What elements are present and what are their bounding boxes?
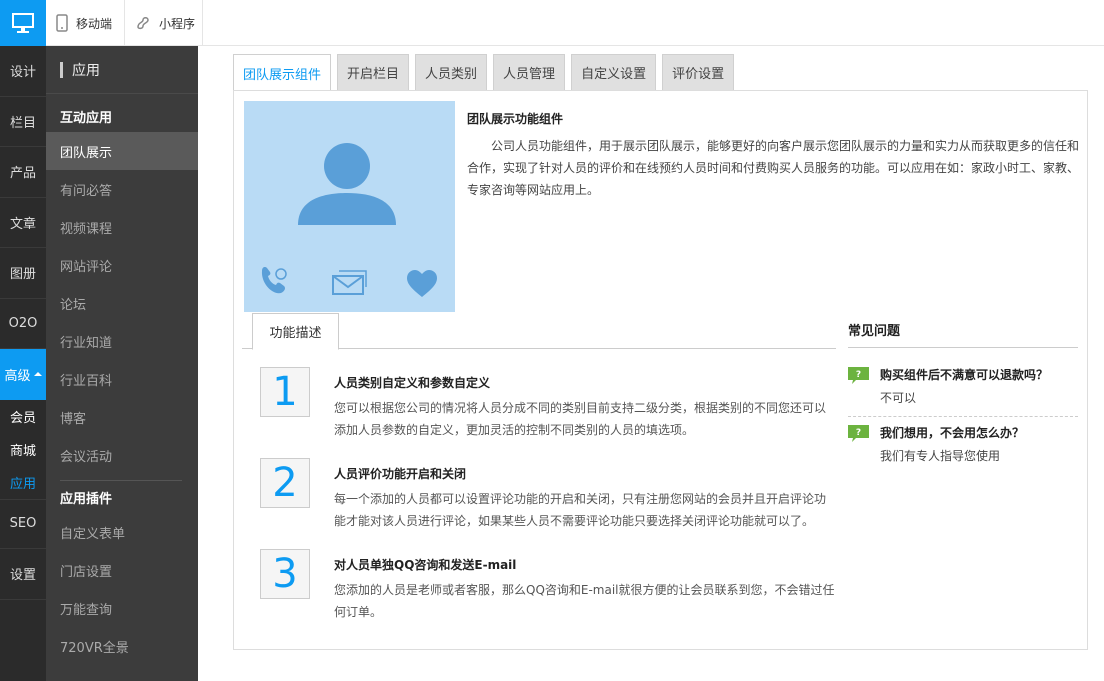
faq-question: ? 我们想用，不会用怎么办？ (848, 424, 1078, 442)
faq-item: ? 我们想用，不会用怎么办？ 我们有专人指导您使用 (848, 424, 1078, 464)
primary-sidebar: 设计 栏目 产品 文章 图册 O2O 高级 会员 商城 应用 SEO 设置 (0, 46, 46, 681)
tab-review-settings[interactable]: 评价设置 (662, 54, 735, 90)
svg-text:?: ? (856, 428, 861, 438)
question-icon: ? (848, 367, 869, 389)
nav2-item-team[interactable]: 团队展示 (46, 132, 198, 170)
nav-seo[interactable]: SEO (0, 498, 46, 549)
nav2-item-blog[interactable]: 博客 (46, 398, 198, 436)
mail-icon (332, 270, 367, 295)
feature-number: 1 (260, 367, 310, 417)
intro-title: 团队展示功能组件 (467, 112, 564, 126)
nav-settings[interactable]: 设置 (0, 549, 46, 600)
tab-team-component[interactable]: 团队展示组件 (233, 54, 332, 91)
feature-item: 3 对人员单独QQ咨询和发送E-mail 您添加的人员是老师或者客服，那么QQ咨… (260, 549, 836, 629)
heart-icon (407, 270, 437, 297)
feature-item: 2 人员评价功能开启和关闭 每一个添加的人员都可以设置评论功能的开启和关闭，只有… (260, 458, 836, 538)
faq-question-text: 购买组件后不满意可以退款吗？ (880, 368, 1049, 382)
mini-program-icon (135, 15, 151, 31)
nav2-item-video[interactable]: 视频课程 (46, 208, 198, 246)
nav2-item-wiki[interactable]: 行业百科 (46, 360, 198, 398)
desktop-logo[interactable] (0, 0, 46, 46)
faq-title: 常见问题 (848, 324, 901, 339)
nav-columns[interactable]: 栏目 (0, 97, 46, 147)
faq-question-text: 我们想用，不会用怎么办？ (880, 426, 1025, 440)
tab-feature-description[interactable]: 功能描述 (252, 313, 339, 350)
content-panel: 团队展示功能组件 公司人员功能组件，用于展示团队展示，能够更好的向客户展示您团队… (233, 90, 1088, 650)
nav2-item-comments[interactable]: 网站评论 (46, 246, 198, 284)
monitor-icon (12, 13, 34, 33)
nav-apps[interactable]: 应用 (0, 465, 46, 499)
intro-description: 公司人员功能组件，用于展示团队展示，能够更好的向客户展示您团队展示的力量和实力从… (467, 139, 1080, 197)
question-icon: ? (848, 425, 869, 447)
faq-divider (848, 347, 1078, 348)
nav-articles[interactable]: 文章 (0, 198, 46, 248)
team-component-illustration (244, 101, 455, 312)
person-icon (298, 143, 396, 225)
feature-item: 1 人员类别自定义和参数自定义 您可以根据您公司的情况将人员分成不同的类别目前支… (260, 367, 836, 447)
secondary-sidebar-header: 应用 (46, 46, 198, 94)
feature-tabbar: 功能描述 (242, 313, 836, 350)
tab-open-column[interactable]: 开启栏目 (337, 54, 410, 90)
nav2-item-query[interactable]: 万能查询 (46, 589, 198, 627)
feature-title: 人员类别自定义和参数自定义 (334, 376, 491, 390)
nav2-item-knowledge[interactable]: 行业知道 (46, 322, 198, 360)
nav-o2o[interactable]: O2O (0, 299, 46, 349)
feature-title: 人员评价功能开启和关闭 (334, 467, 467, 481)
nav2-item-qa[interactable]: 有问必答 (46, 170, 198, 208)
nav-advanced-label: 高级 (4, 368, 31, 384)
nav-design[interactable]: 设计 (0, 46, 46, 97)
phone-icon (56, 14, 68, 32)
svg-text:?: ? (856, 370, 861, 380)
group-interactive-apps: 互动应用 (60, 111, 113, 126)
faq-item: ? 购买组件后不满意可以退款吗？ 不可以 (848, 366, 1078, 406)
faq-answer: 不可以 (880, 391, 917, 405)
feature-number: 2 (260, 458, 310, 508)
header-bar-decoration (60, 61, 63, 78)
nav-gallery[interactable]: 图册 (0, 248, 46, 299)
tab-staff-management[interactable]: 人员管理 (493, 54, 566, 90)
faq-question: ? 购买组件后不满意可以退款吗？ (848, 366, 1078, 384)
phone-call-icon (261, 267, 287, 294)
secondary-sidebar-title: 应用 (72, 62, 100, 79)
nav-shop[interactable]: 商城 (0, 432, 46, 466)
nav2-item-events[interactable]: 会议活动 (46, 436, 198, 474)
secondary-sidebar: 应用 互动应用 团队展示 有问必答 视频课程 网站评论 论坛 行业知道 行业百科… (46, 46, 198, 681)
group-app-plugins: 应用插件 (60, 492, 113, 507)
nav-members[interactable]: 会员 (0, 399, 46, 433)
tab-mini-program-label: 小程序 (159, 16, 196, 31)
tab-mini-program[interactable]: 小程序 (125, 0, 203, 46)
feature-description: 每一个添加的人员都可以设置评论功能的开启和关闭，只有注册您网站的会员并且开启评论… (334, 492, 827, 528)
feature-description: 您可以根据您公司的情况将人员分成不同的类别目前支持二级分类，根据类别的不同您还可… (334, 401, 827, 437)
tab-custom-settings[interactable]: 自定义设置 (571, 54, 657, 90)
nav-products[interactable]: 产品 (0, 147, 46, 198)
faq-separator (848, 416, 1078, 417)
top-bar: 移动端 小程序 (0, 0, 1104, 46)
nav2-item-stores[interactable]: 门店设置 (46, 551, 198, 589)
feature-title: 对人员单独QQ咨询和发送E-mail (334, 558, 517, 572)
tab-mobile[interactable]: 移动端 (46, 0, 125, 46)
feature-description: 您添加的人员是老师或者客服，那么QQ咨询和E-mail就很方便的让会员联系到您，… (334, 583, 835, 619)
content-tabs: 团队展示组件 开启栏目 人员类别 人员管理 自定义设置 评价设置 (233, 54, 740, 91)
tab-staff-category[interactable]: 人员类别 (415, 54, 488, 90)
nav2-item-custom-form[interactable]: 自定义表单 (46, 513, 198, 551)
nav2-item-vr[interactable]: 720VR全景 (46, 627, 198, 665)
feature-number: 3 (260, 549, 310, 599)
nav-advanced[interactable]: 高级 (0, 349, 46, 400)
nav-advanced-group: 高级 (0, 349, 46, 400)
caret-up-icon (33, 372, 42, 377)
tab-mobile-label: 移动端 (76, 16, 113, 31)
faq-answer: 我们有专人指导您使用 (880, 449, 1001, 463)
nav2-item-forum[interactable]: 论坛 (46, 284, 198, 322)
